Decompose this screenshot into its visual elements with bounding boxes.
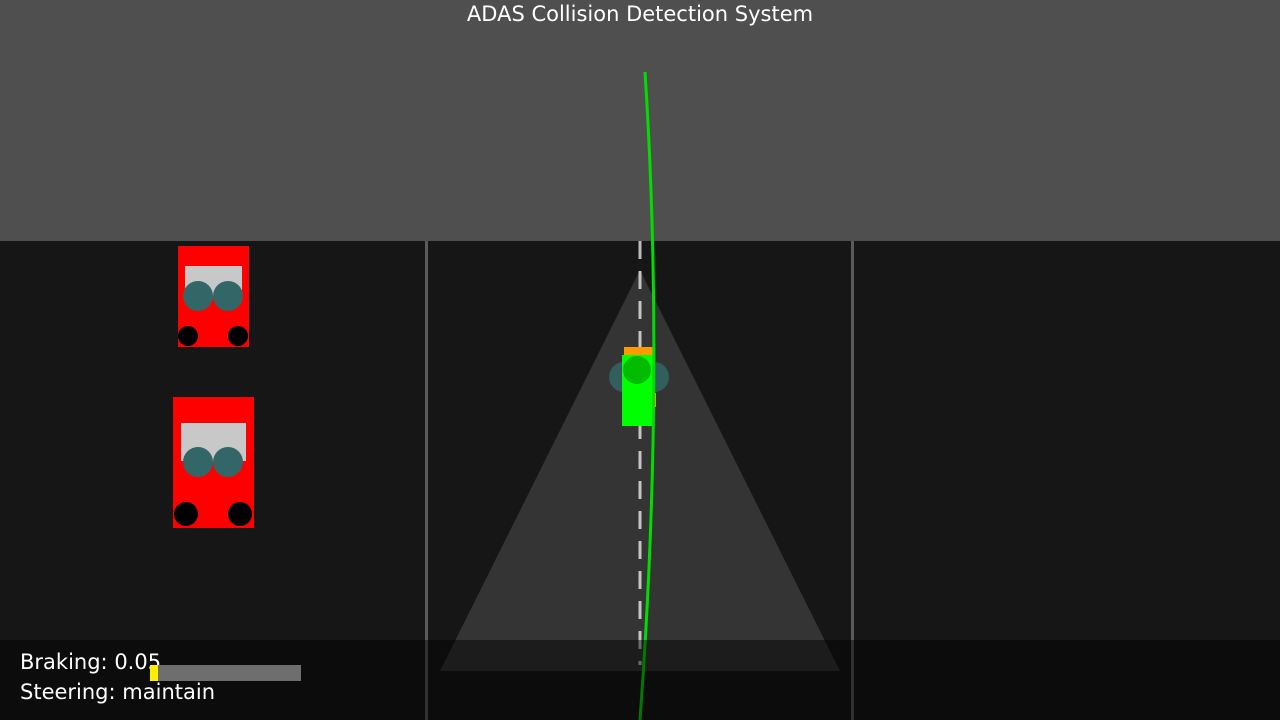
- wheel: [174, 502, 198, 526]
- braking-bar: [150, 665, 301, 681]
- obstacle-vehicle-1: [178, 246, 249, 347]
- obstacle-vehicle-2: [173, 397, 254, 528]
- sensor-field-of-view: [440, 270, 840, 671]
- wheel: [228, 502, 252, 526]
- braking-bar-fill: [150, 665, 158, 681]
- wheel: [228, 326, 248, 346]
- page-title: ADAS Collision Detection System: [466, 2, 814, 26]
- braking-readout: Braking: 0.05: [20, 650, 161, 674]
- occupant-head: [183, 447, 213, 477]
- scene-canvas: [173, 71, 854, 720]
- ego-sensor-overlay: [623, 356, 651, 384]
- steering-value: maintain: [122, 680, 215, 704]
- wheel: [178, 326, 198, 346]
- occupant-head: [213, 281, 243, 311]
- occupant-head: [183, 281, 213, 311]
- occupant-head: [213, 447, 243, 477]
- braking-label: Braking:: [20, 650, 108, 674]
- steering-label: Steering:: [20, 680, 116, 704]
- steering-readout: Steering: maintain: [20, 680, 215, 704]
